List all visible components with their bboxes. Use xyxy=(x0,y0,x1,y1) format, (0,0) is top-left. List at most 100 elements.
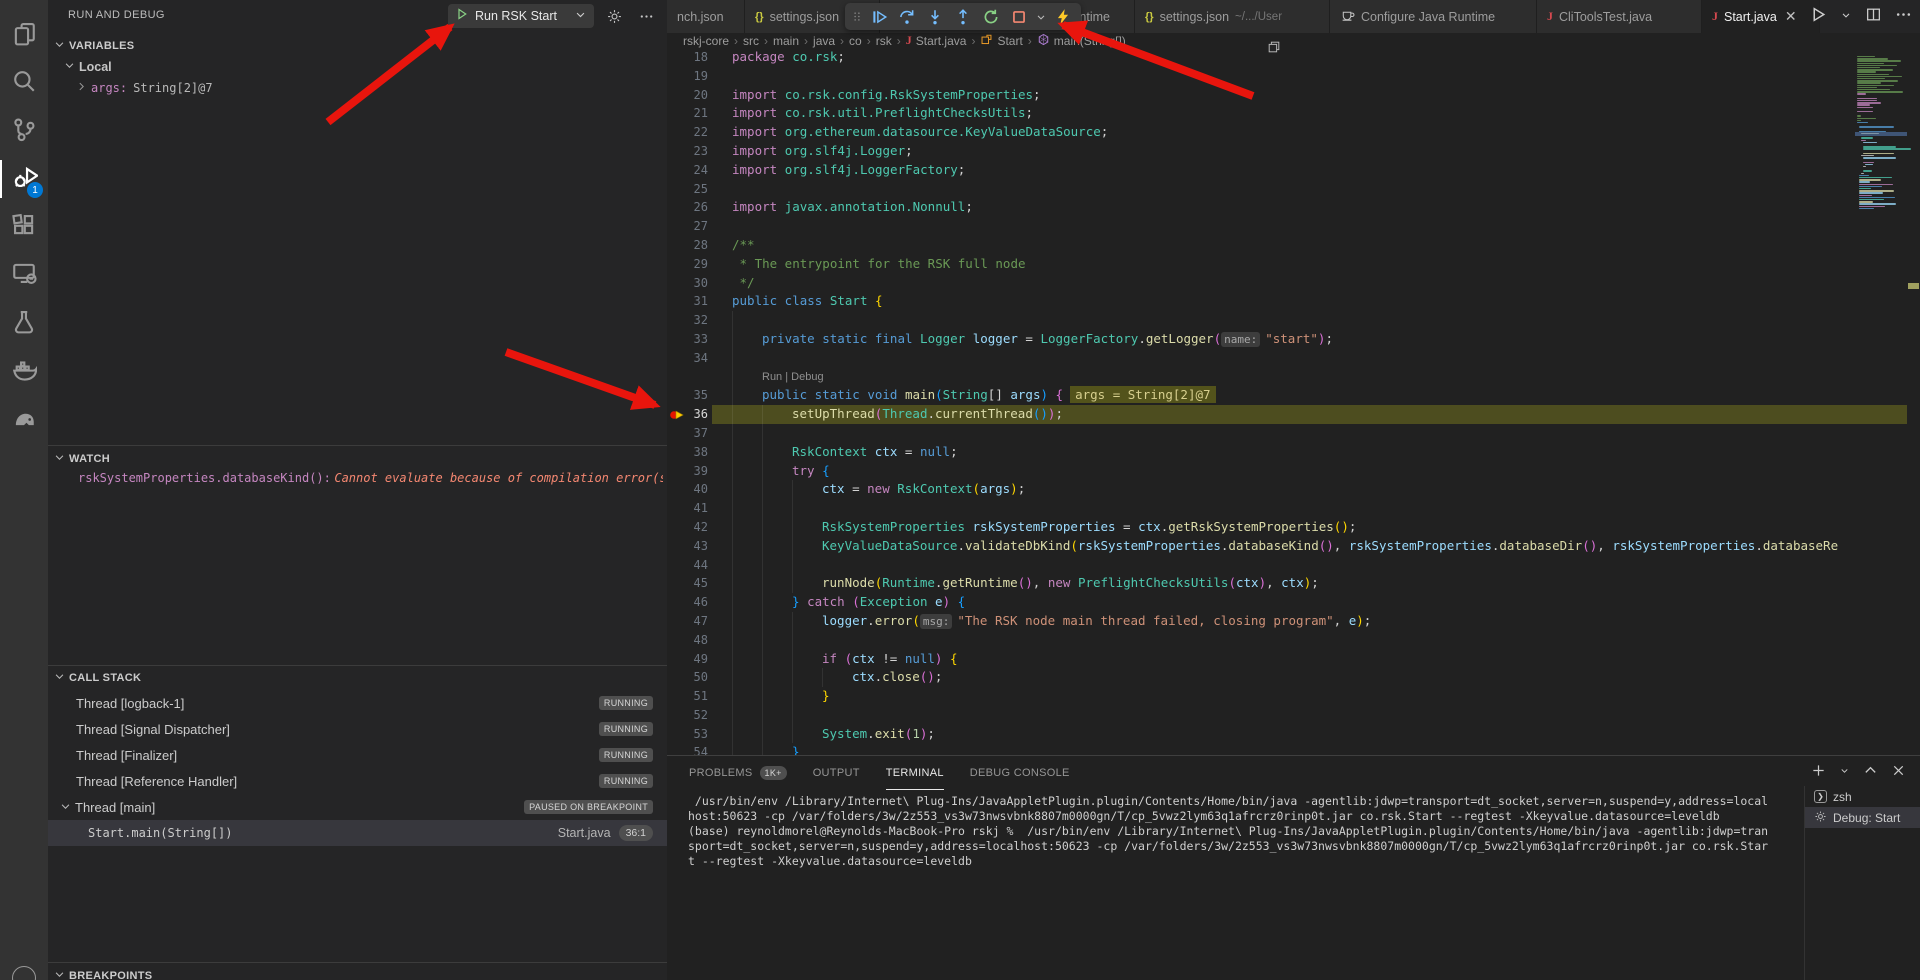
breadcrumb-item[interactable]: rsk xyxy=(876,34,892,48)
overview-ruler[interactable] xyxy=(1907,48,1920,755)
call-stack-thread-row[interactable]: Thread [Signal Dispatcher]RUNNING xyxy=(48,716,667,742)
indent-guide xyxy=(732,499,733,518)
maximize-panel-icon[interactable] xyxy=(1863,763,1878,778)
code-text: * The entrypoint for the RSK full node xyxy=(667,255,1907,274)
breadcrumb-item[interactable]: java xyxy=(813,34,835,48)
tab-clitoolstest-java[interactable]: JCliToolsTest.java xyxy=(1537,0,1702,33)
hot-code-replace-icon[interactable] xyxy=(1051,5,1075,29)
minimap-line xyxy=(1861,173,1864,174)
chevron-down-icon xyxy=(60,800,71,815)
panel-tab-problems[interactable]: PROBLEMS1K+ xyxy=(689,756,787,790)
section-watch[interactable]: WATCH xyxy=(48,449,667,469)
bottom-panel: PROBLEMS1K+ OUTPUT TERMINAL DEBUG CONSOLE /… xyxy=(667,755,1920,980)
stop-icon[interactable] xyxy=(1007,5,1031,29)
activity-item-source-control[interactable] xyxy=(0,108,48,154)
activity-item-remote-explorer[interactable] xyxy=(0,252,48,298)
code-lens-run-debug[interactable]: Run | Debug xyxy=(667,368,1907,387)
panel-tab-output[interactable]: OUTPUT xyxy=(813,756,860,790)
new-terminal-icon[interactable] xyxy=(1811,763,1826,778)
minimap-line xyxy=(1857,85,1894,86)
indent-guide xyxy=(732,631,733,650)
tab-start-java[interactable]: JStart.java✕ xyxy=(1702,0,1820,33)
code-line-27: 27 xyxy=(667,217,1907,236)
more-actions-icon[interactable] xyxy=(1895,6,1912,28)
code-text: setUpThread(Thread.currentThread()); xyxy=(667,405,1907,424)
activity-item-explorer[interactable] xyxy=(0,12,48,58)
run-chevron-icon[interactable] xyxy=(1840,8,1852,26)
code-text: try { xyxy=(667,462,1907,481)
tab-configure-java-runtime[interactable]: Configure Java Runtime xyxy=(1330,0,1537,33)
extensions-icon xyxy=(11,212,37,243)
session-label: Debug: Start xyxy=(1833,811,1900,825)
terminal-session-zsh[interactable]: ❯zsh xyxy=(1805,786,1920,807)
panel-tab-terminal[interactable]: TERMINAL xyxy=(886,756,944,790)
call-stack-thread-row[interactable]: Thread [main]PAUSED ON BREAKPOINT xyxy=(48,794,667,820)
stop-chevron-icon[interactable] xyxy=(1035,5,1047,29)
thread-label: Thread [Reference Handler] xyxy=(76,774,237,789)
section-breakpoints[interactable]: BREAKPOINTS xyxy=(48,966,667,980)
section-variables[interactable]: VARIABLES xyxy=(48,36,667,56)
run-icon[interactable] xyxy=(1810,6,1827,28)
terminal-chevron-icon[interactable] xyxy=(1839,765,1850,776)
activity-item-run-and-debug[interactable]: 1 xyxy=(0,156,48,202)
call-stack-thread-row[interactable]: Thread [logback-1]RUNNING xyxy=(48,690,667,716)
minimap[interactable] xyxy=(1855,48,1907,755)
close-panel-icon[interactable] xyxy=(1891,763,1906,778)
launch-config-dropdown[interactable]: Run RSK Start xyxy=(448,4,594,28)
class-symbol-icon xyxy=(980,33,993,49)
indent-guide xyxy=(792,631,793,650)
continue-icon[interactable] xyxy=(867,5,891,29)
code-line-30: 30 */ xyxy=(667,274,1907,293)
activity-item-search[interactable] xyxy=(0,60,48,106)
activity-item-extensions[interactable] xyxy=(0,204,48,250)
breadcrumb-item[interactable]: Start xyxy=(980,33,1022,49)
minimap-line xyxy=(1863,166,1866,167)
indent-guide xyxy=(762,631,763,650)
call-stack-frame-row[interactable]: Start.main(String[])Start.java36:1 xyxy=(48,820,667,846)
chevron-down-icon xyxy=(54,450,65,468)
indent-guide xyxy=(762,424,763,443)
minimap-line xyxy=(1857,122,1868,123)
more-actions-icon[interactable] xyxy=(636,6,656,26)
code-line-39: 39try { xyxy=(667,462,1907,481)
step-into-icon[interactable] xyxy=(923,5,947,29)
restart-icon[interactable] xyxy=(979,5,1003,29)
variables-scope-local[interactable]: Local xyxy=(48,57,667,77)
breadcrumb-item[interactable]: main(String[]) xyxy=(1037,33,1126,49)
code-line-42: 42RskSystemProperties rskSystemPropertie… xyxy=(667,518,1907,537)
code-text: public static void main(String[] args) {… xyxy=(667,386,1907,405)
indent-guide xyxy=(762,499,763,518)
start-debug-icon[interactable] xyxy=(456,7,468,25)
close-icon[interactable]: ✕ xyxy=(1785,8,1797,25)
tab-settings-json[interactable]: {}settings.json~/.../User xyxy=(1135,0,1330,33)
gear-icon[interactable] xyxy=(604,6,624,26)
activity-item-gradle[interactable] xyxy=(0,396,48,442)
minimap-line xyxy=(1857,78,1885,79)
minimap-line xyxy=(1857,111,1873,112)
breadcrumb-item[interactable]: co xyxy=(849,34,862,48)
minimap-line xyxy=(1863,162,1874,163)
account-icon[interactable] xyxy=(12,966,36,980)
terminal-output[interactable]: /usr/bin/env /Library/Internet\ Plug-Ins… xyxy=(688,794,1768,869)
activity-item-testing[interactable] xyxy=(0,300,48,346)
chevron-right-icon xyxy=(76,81,87,95)
call-stack-thread-row[interactable]: Thread [Reference Handler]RUNNING xyxy=(48,768,667,794)
panel-tab-debug-console[interactable]: DEBUG CONSOLE xyxy=(970,756,1070,790)
code-text: import co.rsk.config.RskSystemProperties… xyxy=(667,86,1907,105)
breadcrumb-item[interactable]: rskj-core xyxy=(683,34,729,48)
activity-item-docker[interactable] xyxy=(0,348,48,394)
section-call-stack[interactable]: CALL STACK xyxy=(48,668,667,688)
terminal-session-debug-start[interactable]: Debug: Start xyxy=(1805,807,1920,828)
call-stack-thread-row[interactable]: Thread [Finalizer]RUNNING xyxy=(48,742,667,768)
step-over-icon[interactable] xyxy=(895,5,919,29)
watch-expression-row[interactable]: rskSystemProperties.databaseKind(): Cann… xyxy=(78,471,663,485)
breadcrumb-item[interactable]: main xyxy=(773,34,799,48)
variable-row-args[interactable]: args:String[2]@7 xyxy=(48,78,667,98)
breadcrumb-item[interactable]: JStart.java xyxy=(906,33,967,48)
code-editor[interactable]: 18package co.rsk;1920import co.rsk.confi… xyxy=(667,48,1920,755)
line-number: 52 xyxy=(667,706,708,725)
step-out-icon[interactable] xyxy=(951,5,975,29)
split-editor-icon[interactable] xyxy=(1865,6,1882,28)
breadcrumb-item[interactable]: src xyxy=(743,34,759,48)
tab-nch-json[interactable]: nch.json xyxy=(667,0,745,33)
